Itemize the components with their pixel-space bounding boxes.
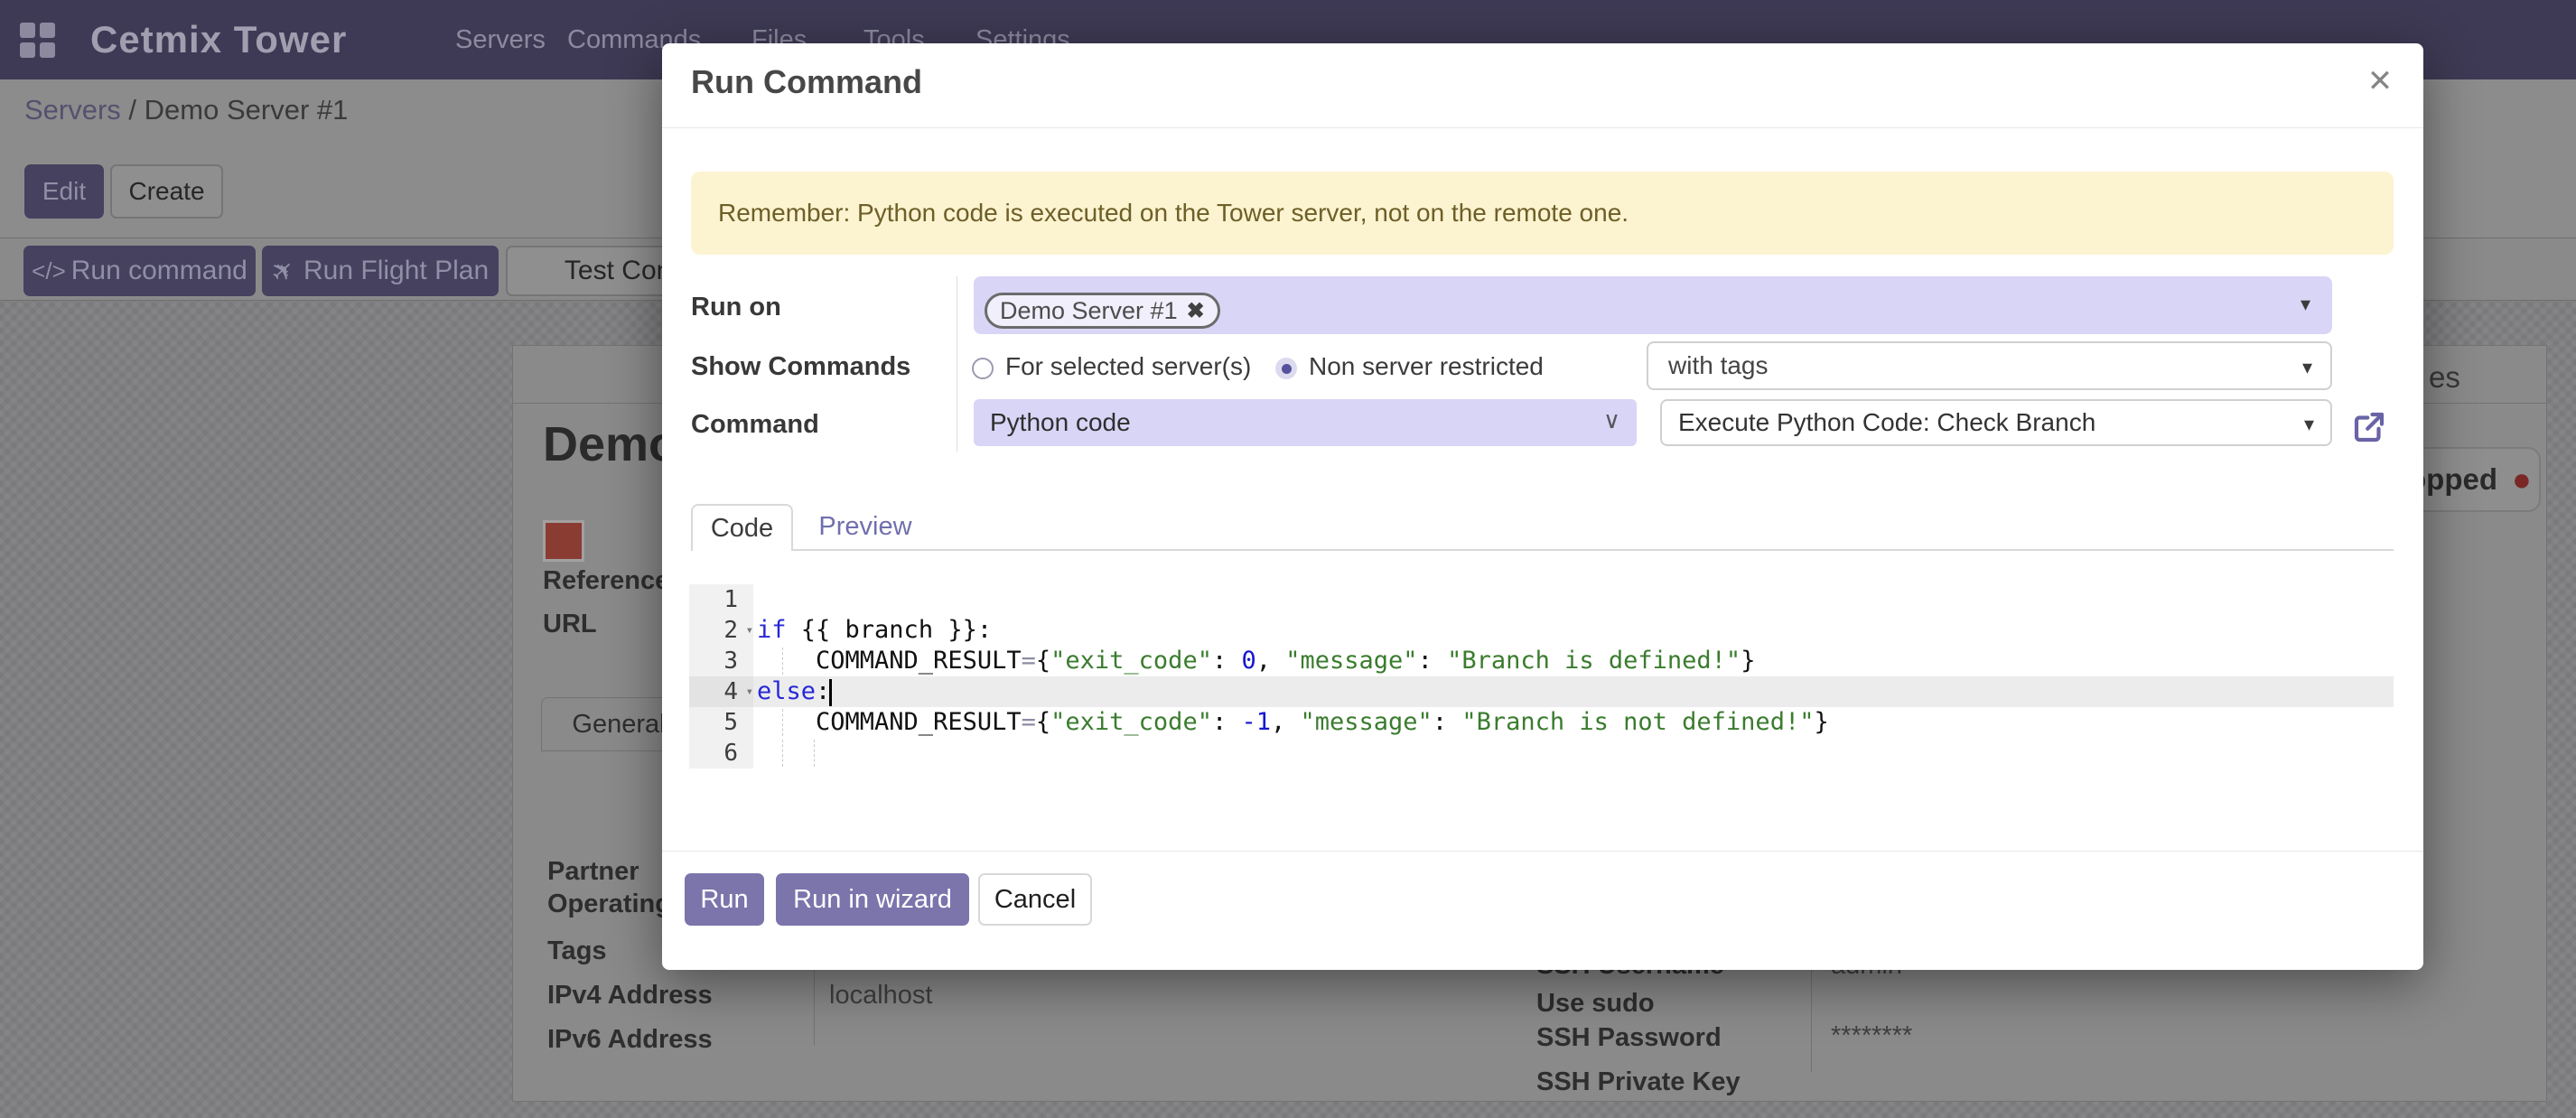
radio-for-selected-servers-label[interactable]: For selected server(s): [1005, 352, 1251, 381]
run-on-field[interactable]: Demo Server #1 ✖ ▾: [974, 276, 2332, 334]
nav-item-servers[interactable]: Servers: [455, 0, 546, 79]
server-color-swatch[interactable]: [543, 520, 584, 562]
server-tag-label: Demo Server #1: [1000, 297, 1178, 325]
partner-label: Partner: [547, 857, 639, 887]
ssh-password-label: SSH Password: [1536, 1023, 1722, 1053]
header-divider: [662, 127, 2423, 128]
radio-non-server-restricted[interactable]: [1275, 358, 1297, 379]
tag-remove-icon[interactable]: ✖: [1187, 298, 1205, 324]
status-dot-icon: ●: [2512, 463, 2532, 496]
close-icon[interactable]: ✕: [2358, 60, 2402, 103]
code-line-content[interactable]: [753, 584, 2394, 615]
code-line-content[interactable]: else:: [753, 676, 2394, 707]
code-line-content[interactable]: COMMAND_RESULT={"exit_code": -1, "messag…: [753, 707, 2394, 738]
caret-down-icon[interactable]: ▾: [2304, 413, 2314, 436]
indent-guide: [814, 740, 815, 767]
command-value: Execute Python Code: Check Branch: [1678, 408, 2095, 437]
ssh-password-value[interactable]: ********: [1831, 1021, 1912, 1051]
external-link-icon[interactable]: [2350, 408, 2388, 446]
warning-banner: Remember: Python code is executed on the…: [691, 172, 2394, 255]
command-select[interactable]: Execute Python Code: Check Branch ▾: [1660, 399, 2332, 446]
breadcrumb-current: Demo Server #1: [145, 94, 349, 126]
line-number: 1: [689, 584, 753, 615]
indent-guide: [782, 709, 783, 736]
plane-icon: ✈: [264, 252, 302, 291]
run-on-label: Run on: [691, 293, 781, 322]
breadcrumb: Servers / Demo Server #1: [24, 94, 348, 126]
line-number: 2▾: [689, 615, 753, 646]
breadcrumb-separator: /: [121, 94, 145, 126]
show-commands-label: Show Commands: [691, 352, 910, 382]
line-number: 6: [689, 738, 753, 769]
server-tag[interactable]: Demo Server #1 ✖: [985, 293, 1220, 329]
brand-title[interactable]: Cetmix Tower: [90, 0, 347, 79]
group-divider: [814, 960, 815, 1046]
run-command-dialog: Run Command ✕ Remember: Python code is e…: [662, 43, 2423, 970]
fold-arrow-icon[interactable]: ▾: [746, 615, 753, 646]
smart-button-partial-label[interactable]: es: [2429, 360, 2460, 395]
with-tags-placeholder: with tags: [1668, 351, 1769, 380]
run-button[interactable]: Run: [685, 873, 764, 926]
create-button[interactable]: Create: [110, 164, 223, 219]
caret-down-icon[interactable]: ▾: [2301, 293, 2310, 316]
editor-line-4[interactable]: 4▾else:: [689, 676, 2394, 707]
radio-non-server-restricted-label[interactable]: Non server restricted: [1309, 352, 1544, 381]
apps-icon-square: [40, 23, 55, 38]
dialog-title: Run Command: [691, 63, 922, 101]
run-command-label: Run command: [71, 256, 247, 286]
ipv6-label: IPv6 Address: [547, 1025, 713, 1055]
editor-line-5[interactable]: 5 COMMAND_RESULT={"exit_code": -1, "mess…: [689, 707, 2394, 738]
warning-text: Remember: Python code is executed on the…: [718, 199, 1629, 228]
fold-arrow-icon[interactable]: ▾: [746, 676, 753, 707]
tab-preview[interactable]: Preview: [805, 504, 926, 549]
indent-guide: [782, 648, 783, 675]
ipv4-value[interactable]: localhost: [829, 981, 932, 1011]
code-line-content[interactable]: if {{ branch }}:: [753, 615, 2394, 646]
page: Cetmix Tower ServersCommandsFilesToolsSe…: [0, 0, 2576, 1118]
apps-icon-square: [20, 23, 35, 38]
editor-line-1[interactable]: 1: [689, 584, 2394, 615]
line-number: 5: [689, 707, 753, 738]
indent-guide: [782, 740, 783, 767]
footer-divider: [662, 851, 2423, 852]
run-command-button[interactable]: </>Run command: [23, 246, 256, 296]
radio-for-selected-servers[interactable]: [972, 358, 994, 379]
with-tags-select[interactable]: with tags ▾: [1647, 341, 2332, 390]
tab-code[interactable]: Code: [691, 504, 793, 551]
editor-line-6[interactable]: 6: [689, 738, 2394, 769]
run-flight-plan-button[interactable]: ✈Run Flight Plan: [262, 246, 499, 296]
command-label: Command: [691, 410, 819, 440]
code-line-content[interactable]: COMMAND_RESULT={"exit_code": 0, "message…: [753, 646, 2394, 676]
chevron-down-icon[interactable]: ∨: [1603, 406, 1620, 434]
line-number: 3: [689, 646, 753, 676]
command-type-select[interactable]: Python code ∨: [974, 399, 1637, 446]
run-in-wizard-button[interactable]: Run in wizard: [776, 873, 969, 926]
code-editor[interactable]: 12▾if {{ branch }}:3 COMMAND_RESULT={"ex…: [689, 584, 2394, 769]
run-flight-plan-label: Run Flight Plan: [303, 256, 489, 286]
code-icon: </>: [32, 257, 66, 285]
use-sudo-label: Use sudo: [1536, 989, 1655, 1019]
cancel-button[interactable]: Cancel: [978, 873, 1092, 926]
breadcrumb-servers-link[interactable]: Servers: [24, 94, 121, 126]
ipv4-label: IPv4 Address: [547, 981, 713, 1011]
url-label: URL: [543, 610, 597, 639]
apps-icon-square: [40, 42, 55, 58]
line-number: 4▾: [689, 676, 753, 707]
apps-menu-icon[interactable]: [20, 23, 56, 59]
apps-icon-square: [20, 42, 35, 58]
code-line-content[interactable]: [753, 738, 2394, 769]
tags-label: Tags: [547, 936, 607, 966]
caret-down-icon[interactable]: ▾: [2302, 356, 2312, 379]
reference-label: Reference: [543, 566, 669, 596]
editor-line-3[interactable]: 3 COMMAND_RESULT={"exit_code": 0, "messa…: [689, 646, 2394, 676]
edit-button[interactable]: Edit: [24, 164, 104, 219]
text-cursor: [829, 679, 832, 706]
editor-line-2[interactable]: 2▾if {{ branch }}:: [689, 615, 2394, 646]
ssh-private-key-label: SSH Private Key: [1536, 1067, 1741, 1097]
command-type-value: Python code: [990, 408, 1131, 437]
tabs-underline: [691, 549, 2394, 551]
